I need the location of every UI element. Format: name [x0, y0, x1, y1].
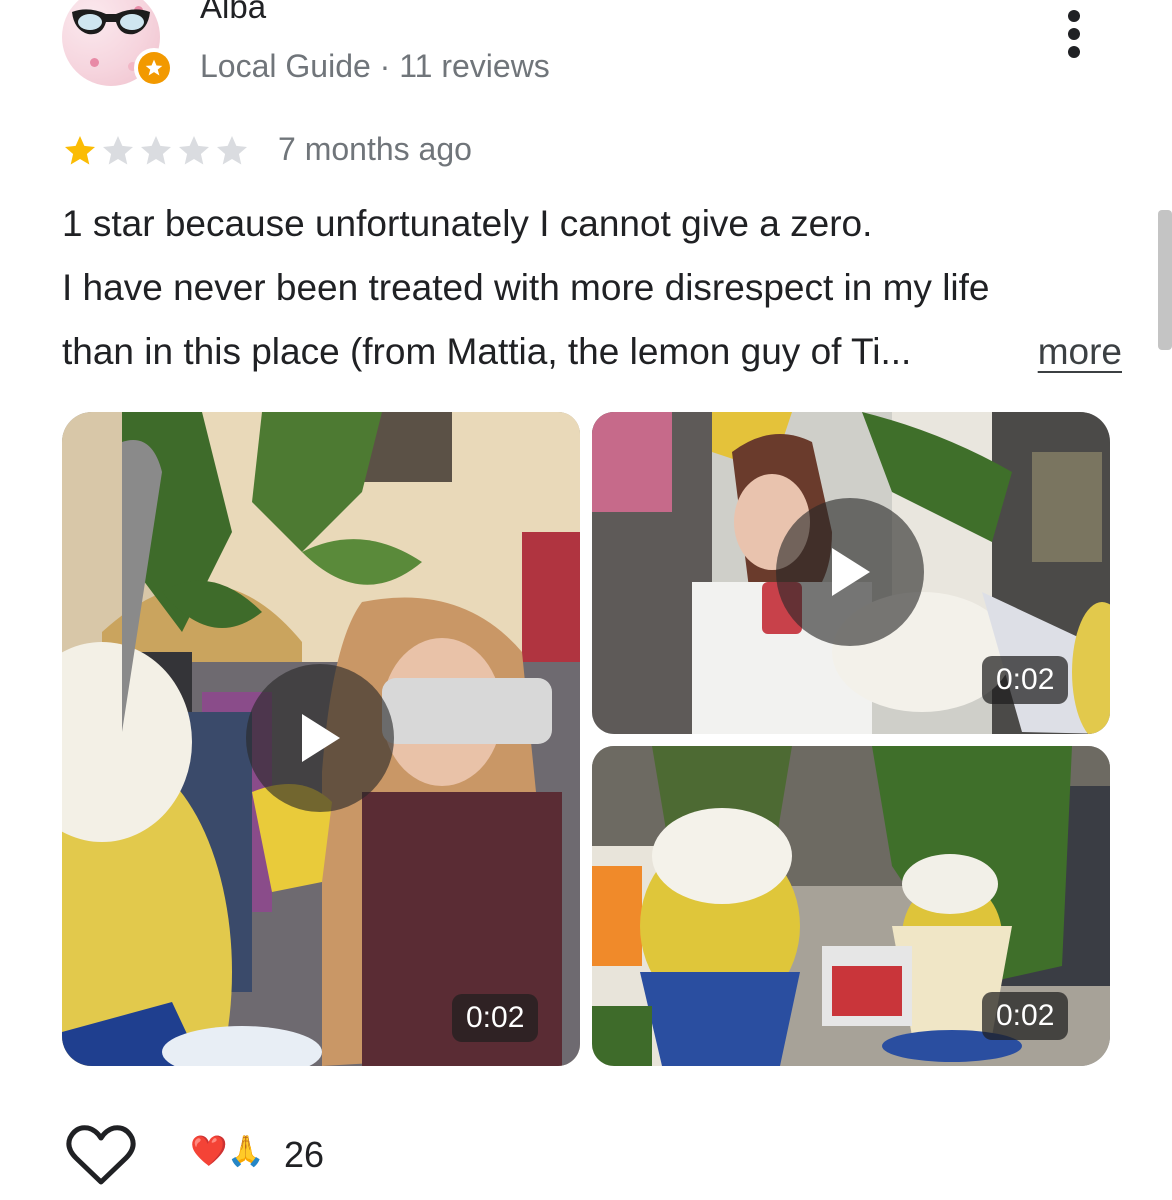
star-empty-icon — [179, 136, 209, 165]
reviewer-name[interactable]: Alba — [200, 0, 266, 26]
star-empty-icon — [141, 136, 171, 165]
review-video-thumbnail[interactable]: 0:02 — [592, 412, 1110, 734]
play-button[interactable] — [776, 498, 924, 646]
reaction-count: 26 — [284, 1134, 325, 1175]
review-line: I have never been treated with more disr… — [62, 267, 990, 308]
more-link[interactable]: more — [1038, 320, 1122, 384]
reaction-emojis[interactable]: ❤️🙏 — [190, 1134, 265, 1169]
video-duration: 0:02 — [982, 992, 1069, 1040]
review-time: 7 months ago — [278, 131, 472, 167]
reviewer-badge-label: Local Guide — [200, 48, 371, 84]
star-filled-icon — [65, 136, 95, 165]
reviewer-review-count: 11 reviews — [399, 48, 550, 84]
play-button[interactable] — [246, 664, 394, 812]
star-empty-icon — [217, 136, 247, 165]
review-text: 1 star because unfortunately I cannot gi… — [62, 192, 1122, 384]
more-vert-icon[interactable] — [1052, 6, 1096, 62]
meta-separator: · — [370, 48, 400, 84]
star-empty-icon — [103, 136, 133, 165]
heart-outline-icon[interactable] — [66, 1124, 136, 1188]
video-duration: 0:02 — [982, 656, 1069, 704]
play-icon — [832, 548, 870, 596]
star-rating — [62, 133, 250, 169]
reaction-emoji-list: ❤️🙏 — [190, 1134, 265, 1169]
review-line: 1 star because unfortunately I cannot gi… — [62, 203, 873, 244]
play-icon — [302, 714, 340, 762]
review-video-thumbnail[interactable]: 0:02 — [62, 412, 580, 1066]
local-guide-badge — [134, 48, 174, 88]
scrollbar[interactable] — [1158, 210, 1172, 350]
review-card: Alba Local Guide · 11 reviews 7 months a… — [0, 0, 1172, 1200]
local-guide-star-icon — [145, 59, 163, 76]
review-line: than in this place (from Mattia, the lem… — [62, 331, 912, 372]
review-video-thumbnail[interactable]: 0:02 — [592, 746, 1110, 1066]
glasses-icon — [72, 9, 150, 35]
video-duration: 0:02 — [452, 994, 539, 1042]
reviewer-meta: Local Guide · 11 reviews — [200, 48, 550, 85]
